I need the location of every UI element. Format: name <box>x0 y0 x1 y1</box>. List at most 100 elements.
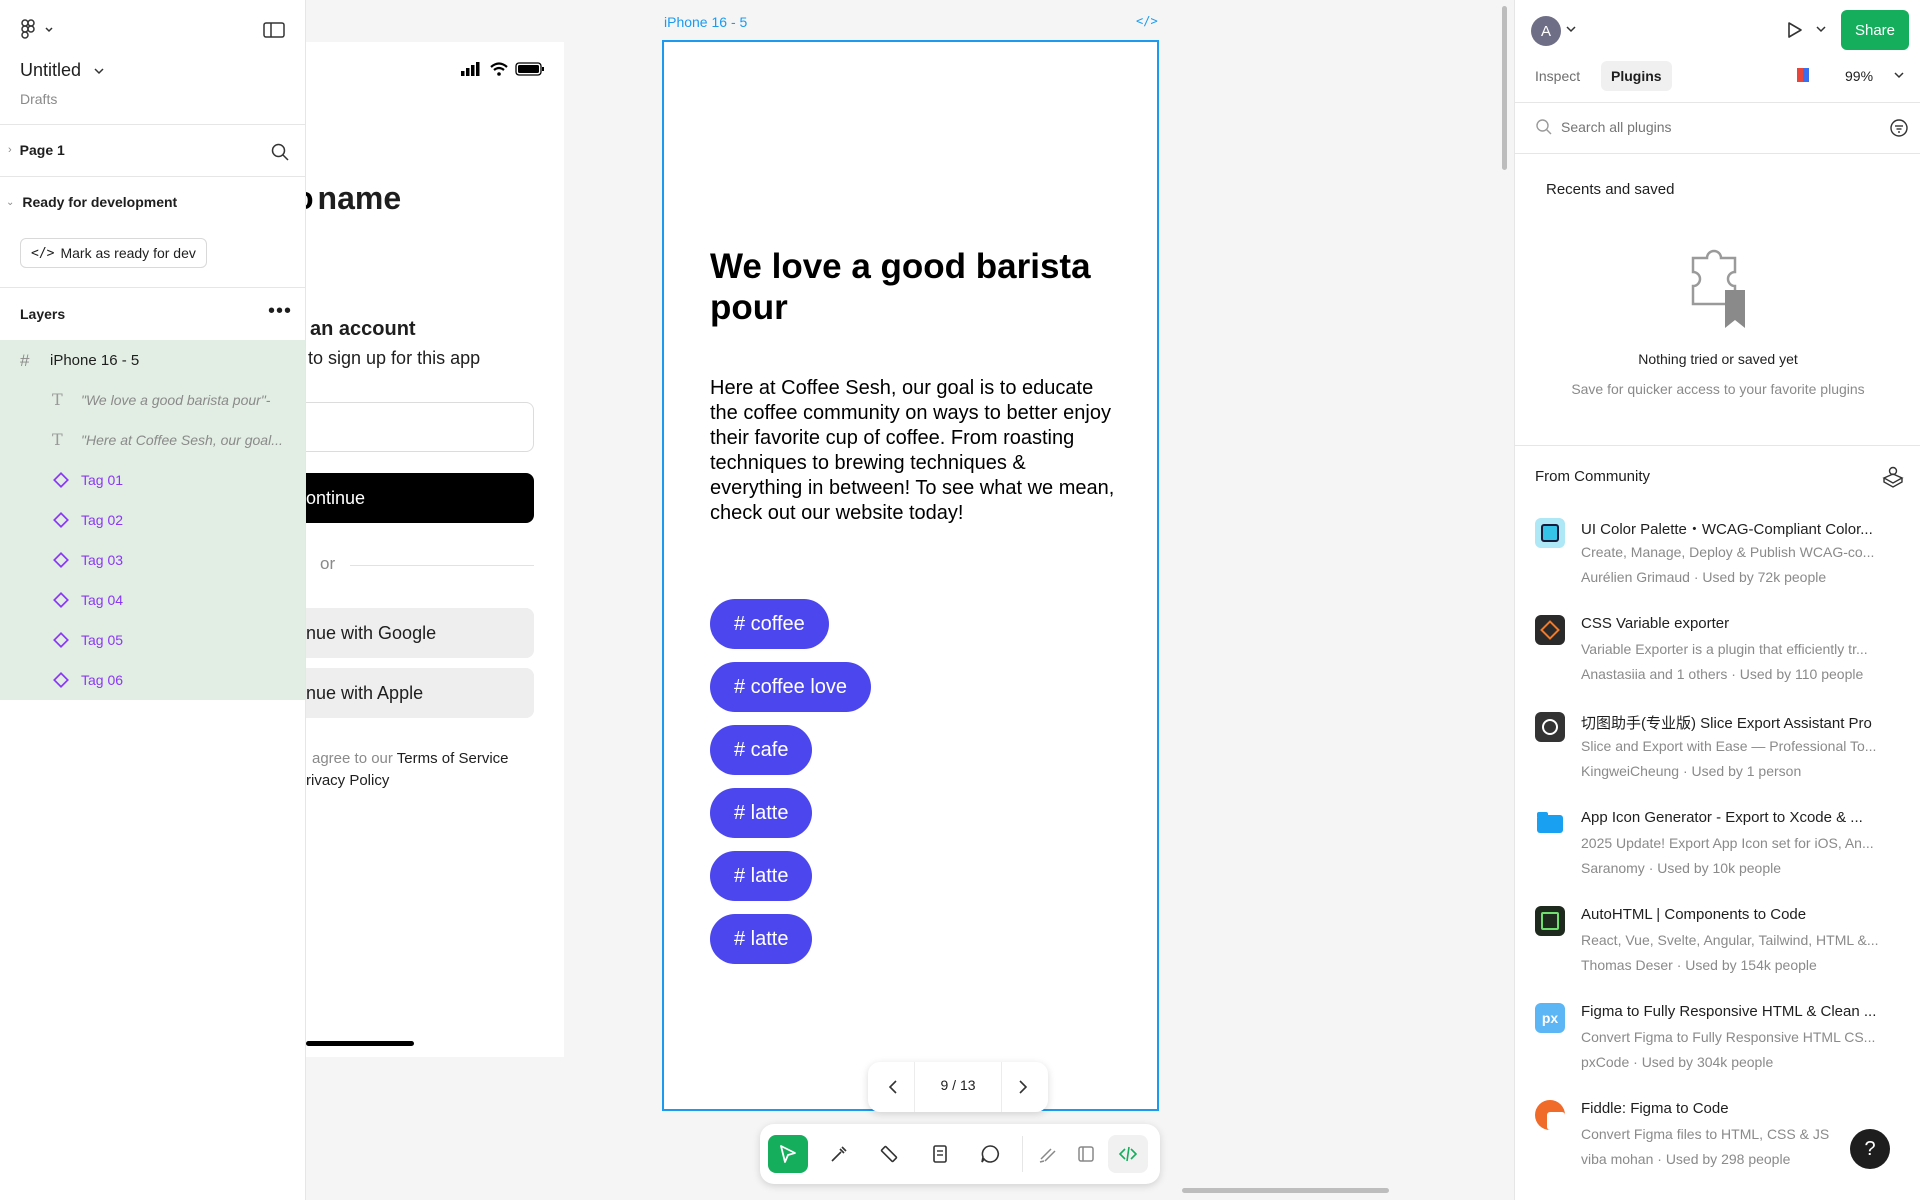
next-frame-button[interactable] <box>1012 1077 1032 1097</box>
annotate-tool-button[interactable] <box>920 1135 960 1173</box>
tag-chip[interactable]: # cafe <box>710 725 813 775</box>
chevron-down-icon[interactable] <box>1815 24 1827 34</box>
plugin-item[interactable]: Fiddle: Figma to Code Convert Figma file… <box>1535 1100 1905 1180</box>
dev-section-header[interactable]: ⌄ Ready for development <box>6 194 177 210</box>
plugin-title: UI Color Palette・WCAG-Compliant Color... <box>1581 521 1873 538</box>
chevron-right-icon: › <box>8 144 12 156</box>
component-icon <box>53 552 69 568</box>
plugin-item[interactable]: UI Color Palette・WCAG-Compliant Color...… <box>1535 518 1905 598</box>
signup-frame[interactable]: oname an account to sign up for this app… <box>306 42 564 1057</box>
signup-title: oname <box>306 180 401 217</box>
tab-inspect[interactable]: Inspect <box>1535 68 1580 84</box>
move-tool-button[interactable] <box>768 1135 808 1173</box>
continue-button[interactable]: ontinue <box>306 473 534 523</box>
tag-chip[interactable]: # coffee <box>710 599 829 649</box>
frame-heading: We love a good barista pour <box>710 247 1091 327</box>
plugin-title: Fiddle: Figma to Code <box>1581 1100 1729 1117</box>
dev-code-icon[interactable]: </> <box>1136 14 1158 28</box>
mark-ready-button[interactable]: </> Mark as ready for dev <box>20 238 207 268</box>
frame-body: Here at Coffee Sesh, our goal is to educ… <box>710 377 1115 524</box>
share-button[interactable]: Share <box>1841 10 1909 50</box>
filter-icon[interactable] <box>1889 118 1909 138</box>
chevron-down-icon[interactable] <box>1893 70 1905 80</box>
apple-label: nue with Apple <box>306 682 424 703</box>
previous-frame-button[interactable] <box>884 1077 904 1097</box>
present-button[interactable] <box>1783 19 1805 41</box>
pager-count: 9 / 13 <box>940 1077 976 1093</box>
plugin-item[interactable]: App Icon Generator - Export to Xcode & .… <box>1535 809 1905 889</box>
search-icon[interactable] <box>270 142 290 162</box>
plugin-description: Create, Manage, Deploy & Publish WCAG-co… <box>1581 544 1875 560</box>
figma-menu-button[interactable] <box>20 18 56 42</box>
tag-chip[interactable]: # latte <box>710 788 813 838</box>
plugin-item[interactable]: CSS Variable exporter Variable Exporter … <box>1535 615 1905 695</box>
page-selector[interactable]: › Page 1 <box>8 142 65 158</box>
plugin-search-input[interactable] <box>1561 114 1861 140</box>
layer-text[interactable]: T "We love a good barista pour"- <box>0 380 305 420</box>
plugin-title: App Icon Generator - Export to Xcode & .… <box>1581 809 1863 826</box>
eyedropper-tool-button[interactable] <box>819 1135 859 1173</box>
component-icon <box>53 472 69 488</box>
plugin-item[interactable]: 切图助手(专业版) Slice Export Assistant Pro Sli… <box>1535 712 1905 792</box>
plugin-item[interactable]: AutoHTML | Components to Code React, Vue… <box>1535 906 1905 986</box>
canvas[interactable]: oname an account to sign up for this app… <box>306 0 1513 1200</box>
community-icon[interactable] <box>1881 464 1905 488</box>
divider <box>1001 1062 1002 1112</box>
comment-icon <box>981 1145 999 1163</box>
plugin-item[interactable]: px Figma to Fully Responsive HTML & Clea… <box>1535 1003 1905 1083</box>
divider <box>1515 102 1920 103</box>
dev-mode-button[interactable] <box>1108 1135 1148 1173</box>
tag-chip[interactable]: # latte <box>710 914 813 964</box>
plugin-title: Figma to Fully Responsive HTML & Clean .… <box>1581 1003 1877 1020</box>
privacy-link[interactable]: rivacy Policy <box>306 772 389 789</box>
plugin-meta: Aurélien Grimaud · Used by 72k people <box>1581 569 1827 585</box>
plugin-icon <box>1535 1100 1565 1130</box>
layer-component[interactable]: Tag 02 <box>0 500 305 540</box>
divider <box>0 176 305 177</box>
layer-component[interactable]: Tag 01 <box>0 460 305 500</box>
email-input[interactable] <box>306 402 534 452</box>
community-title: From Community <box>1535 468 1651 485</box>
mark-ready-label: Mark as ready for dev <box>60 245 196 261</box>
draw-tool-button[interactable] <box>1030 1135 1066 1173</box>
layer-text[interactable]: T "Here at Coffee Sesh, our goal... <box>0 420 305 460</box>
vertical-scrollbar[interactable] <box>1502 6 1507 170</box>
more-options-icon[interactable]: ••• <box>268 300 292 323</box>
apple-button[interactable]: nue with Apple <box>306 668 534 718</box>
layer-frame[interactable]: # iPhone 16 - 5 <box>0 340 305 380</box>
avatar[interactable]: A <box>1531 16 1561 46</box>
google-button[interactable]: nue with Google <box>306 608 534 658</box>
help-button[interactable]: ? <box>1850 1129 1890 1169</box>
component-icon <box>53 672 69 688</box>
color-profile-icon[interactable] <box>1797 68 1809 82</box>
horizontal-scrollbar[interactable] <box>1182 1188 1389 1193</box>
compare-tool-button[interactable] <box>1068 1135 1104 1173</box>
layer-label: Tag 06 <box>81 672 124 688</box>
comment-tool-button[interactable] <box>970 1135 1010 1173</box>
layer-component[interactable]: Tag 05 <box>0 620 305 660</box>
tab-plugins[interactable]: Plugins <box>1601 61 1672 91</box>
frame-label[interactable]: iPhone 16 - 5 <box>664 14 747 30</box>
chevron-down-icon[interactable] <box>1565 24 1577 34</box>
chevron-down-icon <box>94 67 104 74</box>
plugin-meta: Anastasiia and 1 others · Used by 110 pe… <box>1581 666 1864 682</box>
layer-component[interactable]: Tag 04 <box>0 580 305 620</box>
layer-label: "We love a good barista pour"- <box>81 392 271 408</box>
empty-state-title: Nothing tried or saved yet <box>1638 351 1798 367</box>
tag-chip[interactable]: # coffee love <box>710 662 872 712</box>
zoom-level[interactable]: 99% <box>1845 68 1873 84</box>
plugin-title: AutoHTML | Components to Code <box>1581 906 1807 923</box>
empty-state-subtitle: Save for quicker access to your favorite… <box>1571 381 1865 397</box>
toggle-sidebar-icon[interactable] <box>262 20 286 40</box>
file-name[interactable]: Untitled <box>20 60 105 81</box>
iphone-frame[interactable]: We love a good barista pour Here at Coff… <box>662 40 1159 1111</box>
puzzle-bookmark-icon <box>1683 238 1755 330</box>
measure-tool-button[interactable] <box>869 1135 909 1173</box>
plugin-meta: pxCode · Used by 304k people <box>1581 1054 1774 1070</box>
layer-component[interactable]: Tag 03 <box>0 540 305 580</box>
tag-chip[interactable]: # latte <box>710 851 813 901</box>
layer-component[interactable]: Tag 06 <box>0 660 305 700</box>
plugin-meta: Saranomy · Used by 10k people <box>1581 860 1781 876</box>
terms-link[interactable]: Terms of Service <box>397 750 509 767</box>
plugin-description: Slice and Export with Ease — Professiona… <box>1581 738 1877 754</box>
